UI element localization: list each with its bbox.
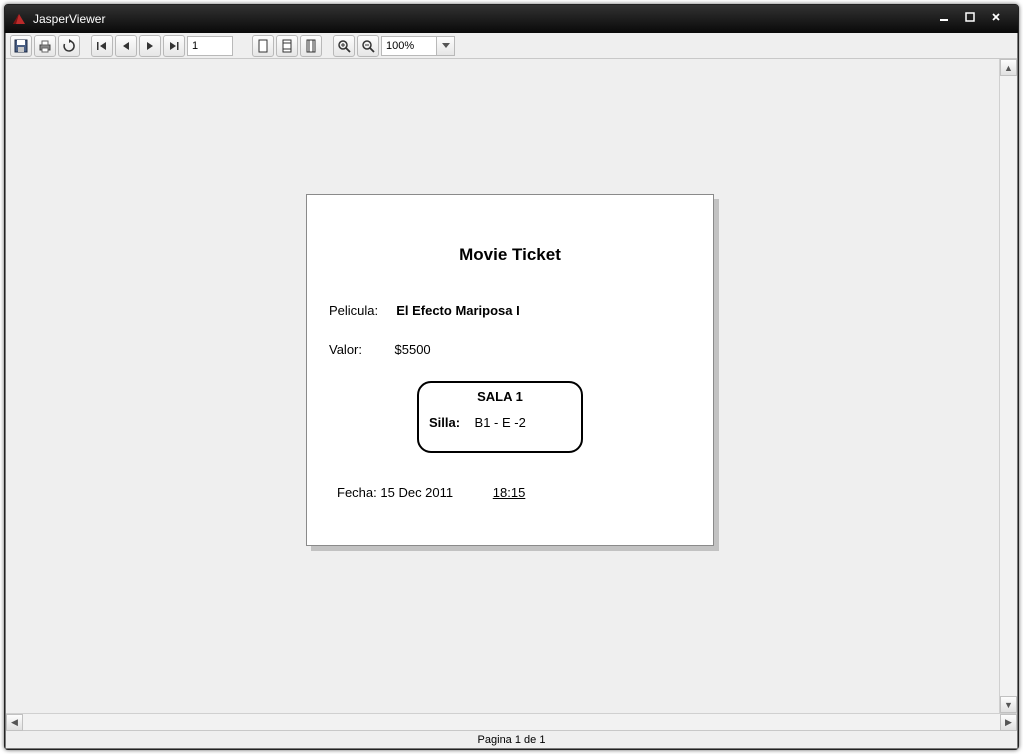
- time-value: 18:15: [493, 485, 526, 500]
- client-area: 100% Movie Ticket Pelicula: El Efecto Ma…: [5, 33, 1018, 749]
- last-page-button[interactable]: [163, 35, 185, 57]
- next-page-button[interactable]: [139, 35, 161, 57]
- zoom-in-button[interactable]: [333, 35, 355, 57]
- minimize-button[interactable]: [938, 11, 962, 27]
- seat-box: SALA 1 Silla: B1 - E -2: [417, 381, 583, 453]
- scroll-left-button[interactable]: ◀: [6, 714, 23, 731]
- first-page-button[interactable]: [91, 35, 113, 57]
- price-value: $5500: [395, 342, 431, 357]
- print-button[interactable]: [34, 35, 56, 57]
- actual-size-button[interactable]: [252, 35, 274, 57]
- movie-value: El Efecto Mariposa I: [396, 303, 520, 318]
- save-button[interactable]: [10, 35, 32, 57]
- app-icon: [11, 11, 27, 27]
- page-number-input[interactable]: [187, 36, 233, 56]
- scroll-down-button[interactable]: ▼: [1000, 696, 1017, 713]
- room-label: SALA 1: [419, 389, 581, 404]
- titlebar[interactable]: JasperViewer: [5, 5, 1018, 33]
- close-button[interactable]: [990, 11, 1014, 27]
- scroll-up-button[interactable]: ▲: [1000, 59, 1017, 76]
- seat-label: Silla:: [429, 415, 460, 430]
- ticket-title: Movie Ticket: [307, 245, 713, 265]
- vertical-scrollbar[interactable]: ▲ ▼: [999, 59, 1016, 713]
- seat-value: B1 - E -2: [475, 415, 526, 430]
- fit-width-button[interactable]: [300, 35, 322, 57]
- horizontal-scrollbar[interactable]: ◀ ▶: [6, 713, 1017, 730]
- date-value: 15 Dec 2011: [380, 485, 453, 500]
- zoom-combo[interactable]: 100%: [381, 36, 455, 56]
- app-window: JasperViewer: [4, 4, 1019, 750]
- window-title: JasperViewer: [33, 12, 936, 26]
- prev-page-button[interactable]: [115, 35, 137, 57]
- statusbar: Pagina 1 de 1: [6, 730, 1017, 748]
- status-text: Pagina 1 de 1: [478, 734, 546, 746]
- fit-page-button[interactable]: [276, 35, 298, 57]
- zoom-value: 100%: [386, 40, 414, 52]
- reload-button[interactable]: [58, 35, 80, 57]
- scroll-right-button[interactable]: ▶: [1000, 714, 1017, 731]
- maximize-button[interactable]: [964, 11, 988, 27]
- zoom-out-button[interactable]: [357, 35, 379, 57]
- viewport[interactable]: Movie Ticket Pelicula: El Efecto Maripos…: [6, 59, 1017, 713]
- toolbar: 100%: [6, 33, 1017, 59]
- price-label: Valor:: [329, 342, 362, 357]
- movie-label: Pelicula:: [329, 303, 378, 318]
- zoom-dropdown-button[interactable]: [437, 36, 455, 56]
- report-page: Movie Ticket Pelicula: El Efecto Maripos…: [306, 194, 714, 546]
- date-label: Fecha:: [337, 485, 377, 500]
